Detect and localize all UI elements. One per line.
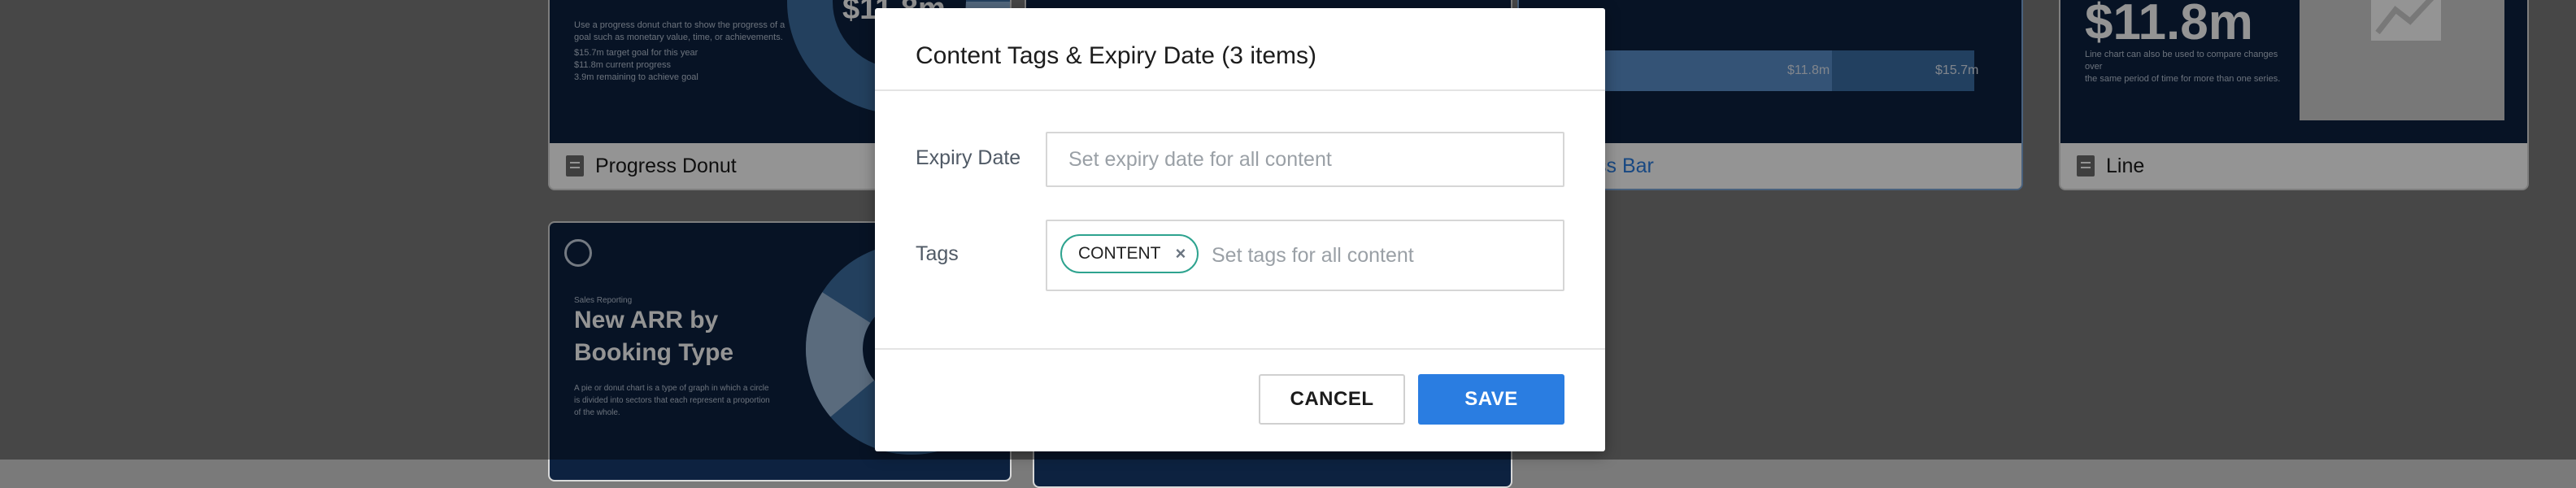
expiry-date-label: Expiry Date (916, 146, 1021, 169)
cancel-button[interactable]: CANCEL (1259, 374, 1405, 425)
expiry-date-field[interactable] (1046, 132, 1564, 187)
tags-label: Tags (916, 242, 959, 265)
tag-chip-content: CONTENT × (1060, 234, 1199, 273)
tags-field[interactable]: CONTENT × (1046, 220, 1564, 291)
remove-tag-icon[interactable]: × (1176, 243, 1186, 264)
header-divider (875, 89, 1605, 91)
expiry-date-input[interactable] (1067, 133, 1542, 185)
content-tags-expiry-dialog: Content Tags & Expiry Date (3 items) Exp… (875, 8, 1605, 451)
save-button[interactable]: SAVE (1418, 374, 1564, 425)
tag-chip-label: CONTENT (1078, 244, 1161, 263)
dialog-title: Content Tags & Expiry Date (3 items) (916, 42, 1316, 69)
footer-divider (875, 348, 1605, 350)
tags-input[interactable] (1210, 221, 1547, 290)
